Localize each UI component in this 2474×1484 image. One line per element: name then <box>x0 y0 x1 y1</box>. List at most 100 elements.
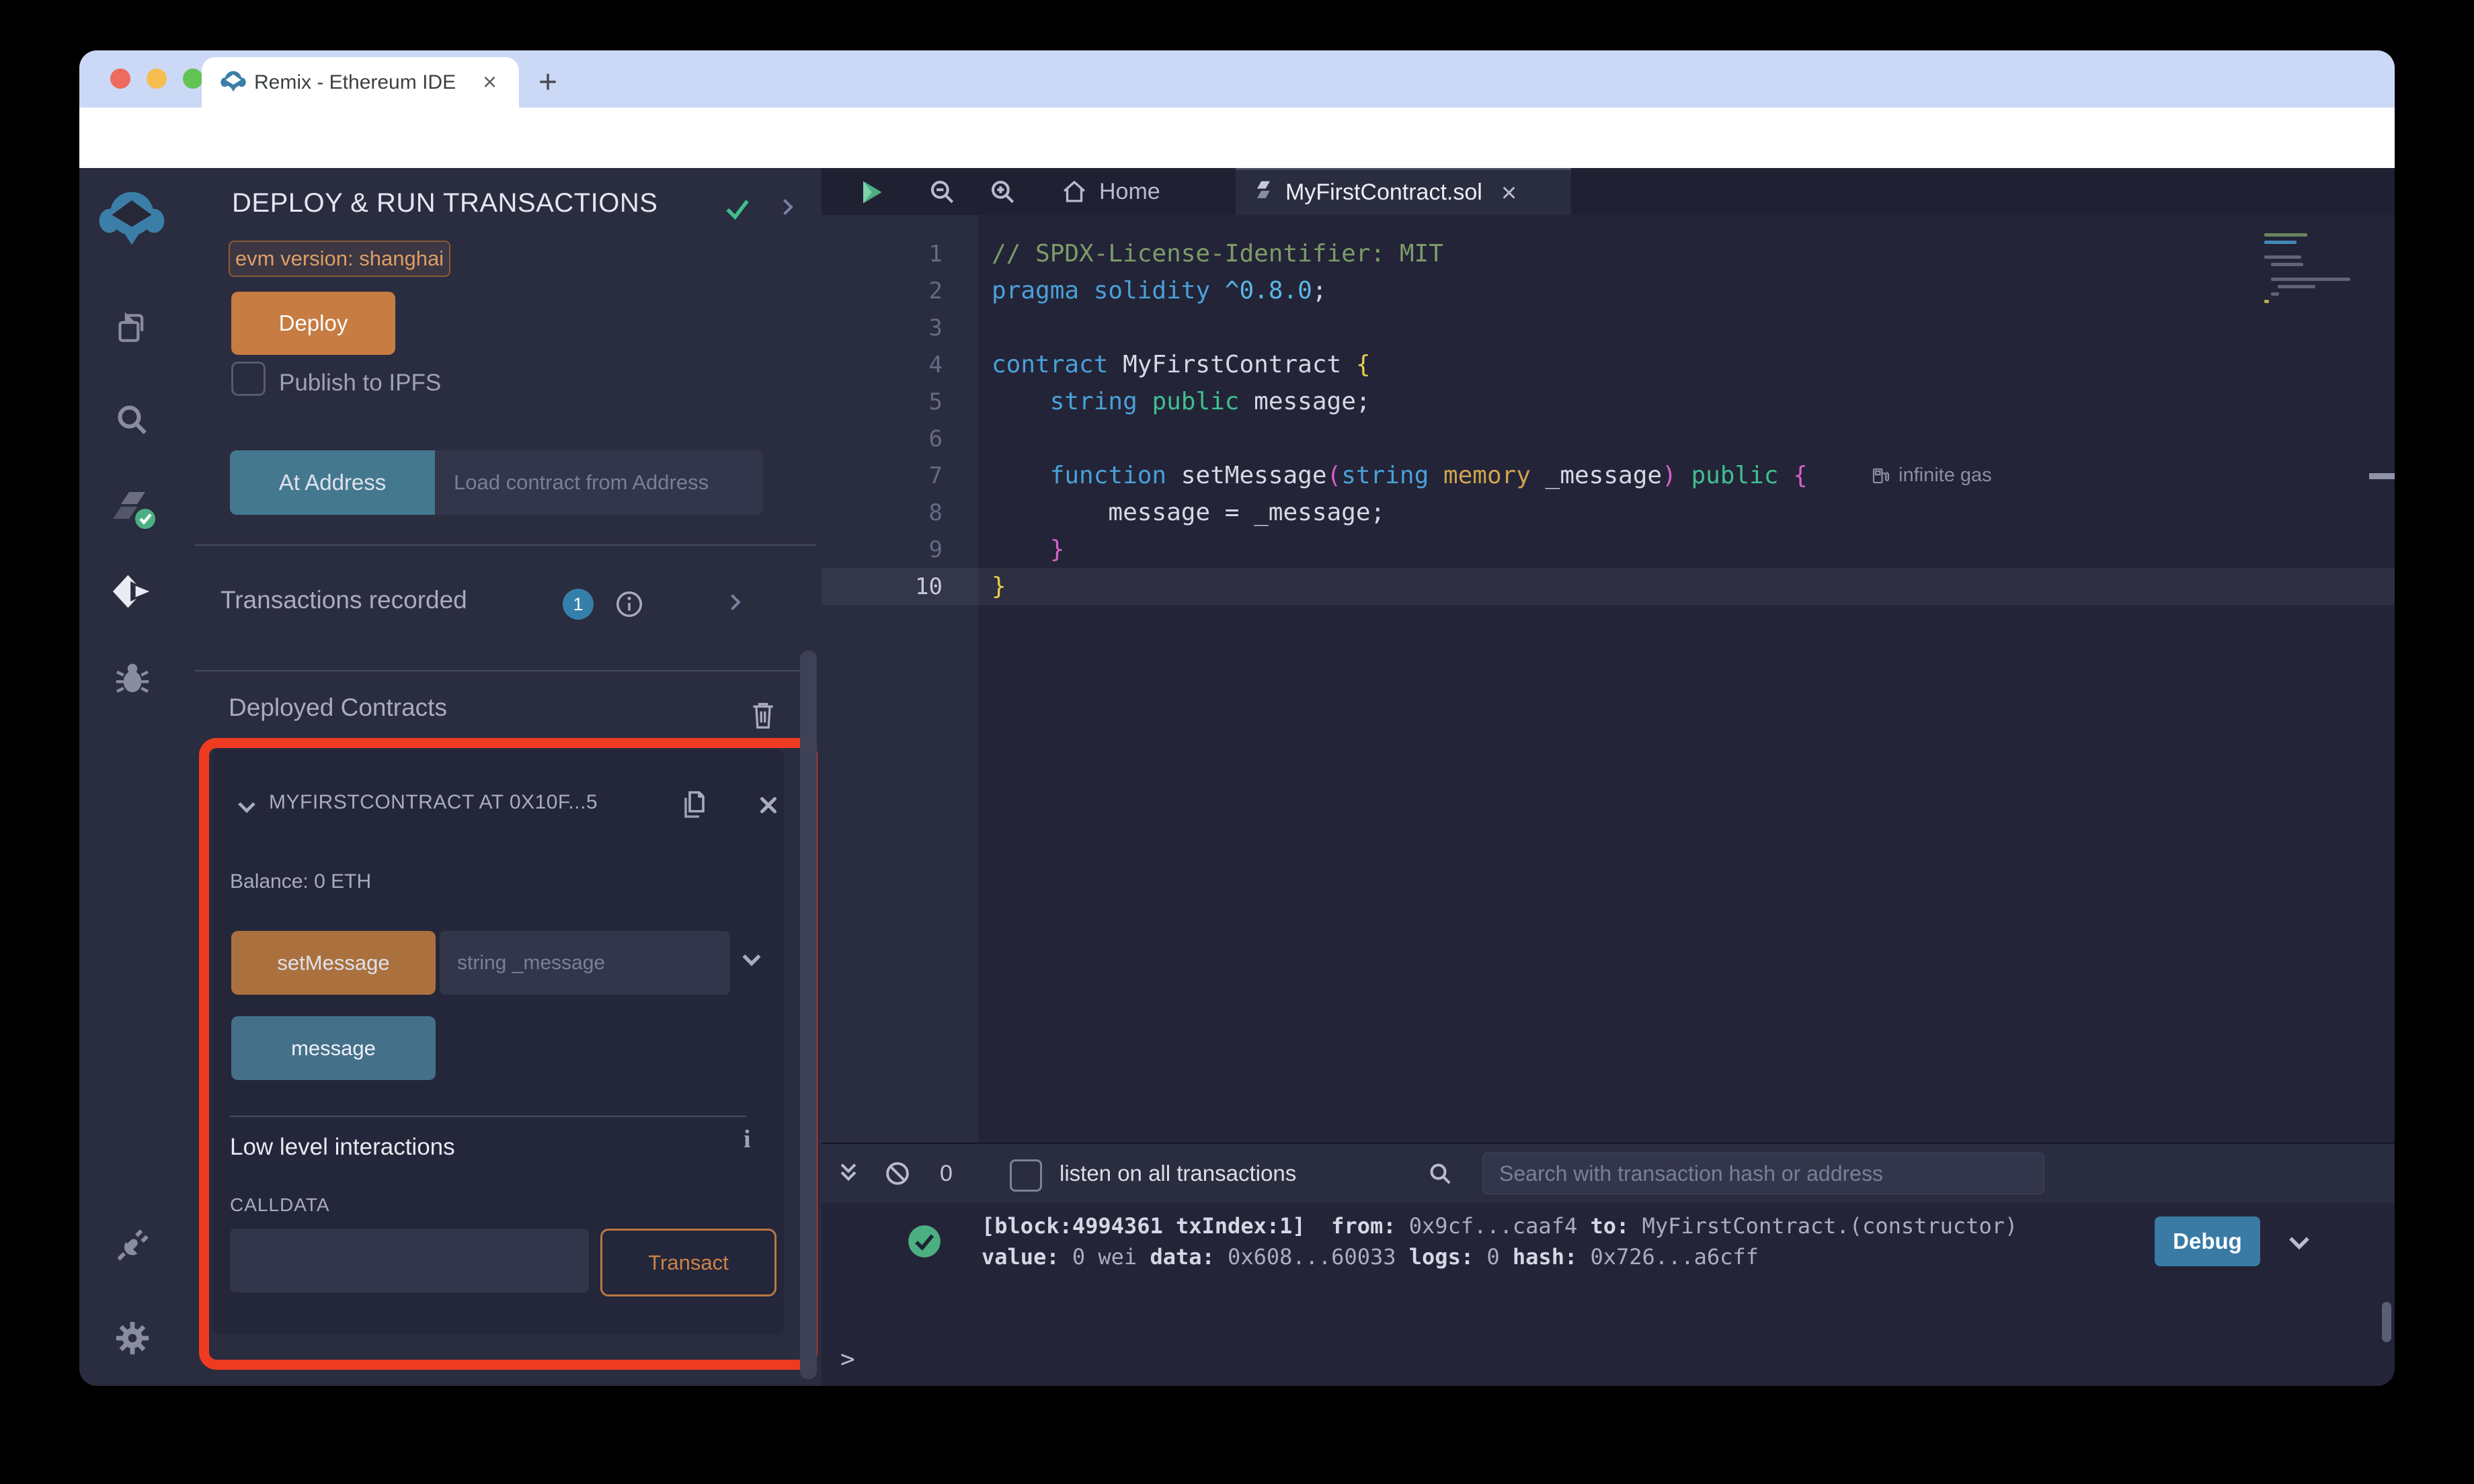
info-circle-icon[interactable] <box>614 589 645 620</box>
terminal-header: 0 listen on all transactions <box>822 1144 2395 1203</box>
deploy-run-panel: DEPLOY & RUN TRANSACTIONS evm version: s… <box>185 168 822 1386</box>
code-line[interactable]: 4 contract MyFirstContract { <box>822 346 2395 383</box>
tx-success-check-icon <box>907 1224 942 1259</box>
terminal-expand-icon[interactable] <box>835 1160 862 1187</box>
code-line[interactable]: 5 string public message; <box>822 383 2395 420</box>
settings-gear-icon[interactable] <box>113 1319 151 1356</box>
low-level-info-icon[interactable]: i <box>744 1124 751 1154</box>
plugin-manager-icon[interactable] <box>113 1226 151 1264</box>
code-line[interactable]: 1// SPDX-License-Identifier: MIT <box>822 235 2395 272</box>
minimap[interactable] <box>2264 232 2380 326</box>
file-explorer-icon[interactable] <box>113 309 151 347</box>
at-address-button[interactable]: At Address <box>230 450 435 515</box>
contract-collapse-chevron-icon[interactable] <box>234 794 260 819</box>
transaction-log[interactable]: [block:4994361 txIndex:1] from: 0x9cf...… <box>982 1210 2031 1272</box>
log-expand-chevron-icon[interactable] <box>2284 1227 2314 1257</box>
card-divider <box>230 1116 746 1117</box>
message-getter-button[interactable]: message <box>231 1016 436 1080</box>
code-area[interactable]: 1// SPDX-License-Identifier: MIT 2 pragma … <box>822 235 2395 605</box>
deploy-button[interactable]: Deploy <box>231 292 395 355</box>
terminal-search-icon <box>1427 1160 1453 1187</box>
log-line[interactable]: [block:4994361 txIndex:1] from: 0x9cf...… <box>982 1210 2031 1241</box>
zoom-out-icon[interactable] <box>928 177 957 207</box>
terminal-search-input[interactable] <box>1482 1153 2044 1194</box>
new-tab-button[interactable]: + <box>526 60 570 104</box>
listen-transactions-label: listen on all transactions <box>1060 1161 1297 1186</box>
code-line[interactable]: 6 <box>822 420 2395 457</box>
line-number: 6 <box>928 425 943 452</box>
evm-version-badge: evm version: shanghai <box>229 241 450 277</box>
transact-button[interactable]: Transact <box>600 1229 776 1296</box>
search-icon[interactable] <box>113 401 151 438</box>
expand-args-chevron-icon[interactable] <box>738 946 765 973</box>
section-divider <box>195 670 816 671</box>
calldata-label: CALLDATA <box>230 1194 330 1215</box>
calldata-input[interactable] <box>230 1229 589 1292</box>
tab-close-icon[interactable]: × <box>1501 179 1517 206</box>
panel-collapse-chevron-icon[interactable] <box>775 195 799 219</box>
terminal: 0 listen on all transactions Search with… <box>822 1143 2395 1386</box>
code-line[interactable]: 2 pragma solidity ^0.8.0; <box>822 272 2395 309</box>
line-number: 8 <box>928 499 943 526</box>
line-number: 7 <box>928 462 943 489</box>
maximize-window-button[interactable] <box>183 69 203 89</box>
code-line[interactable]: 10} <box>822 568 2395 605</box>
browser-window: Remix - Ethereum IDE × + ← → remix.ether… <box>79 50 2395 1386</box>
balance-label: Balance: 0 ETH <box>230 870 372 893</box>
section-divider <box>195 544 816 546</box>
gas-estimate-annotation: infinite gas <box>1870 457 1992 494</box>
main-area: Home MyFirstContract.sol × 1// SPDX-Lice… <box>822 168 2395 1386</box>
tab-close-icon[interactable]: × <box>483 69 497 95</box>
browser-tab[interactable]: Remix - Ethereum IDE × <box>202 57 519 108</box>
pending-tx-count: 0 <box>940 1160 953 1186</box>
line-number: 10 <box>915 573 943 600</box>
transactions-expand-chevron-icon[interactable] <box>723 590 747 614</box>
panel-scrollbar[interactable] <box>800 651 817 1379</box>
deploy-run-icon[interactable] <box>112 571 152 612</box>
publish-ipfs-checkbox[interactable] <box>231 362 266 396</box>
low-level-interactions-label: Low level interactions <box>230 1134 455 1160</box>
tab-home[interactable]: Home <box>1060 168 1160 215</box>
zoom-in-icon[interactable] <box>988 177 1018 207</box>
clear-console-icon[interactable] <box>883 1159 912 1188</box>
copy-address-icon[interactable] <box>678 787 710 822</box>
line-number: 4 <box>928 351 943 378</box>
code-line[interactable]: 9 } <box>822 531 2395 568</box>
code-line[interactable]: 3 <box>822 309 2395 346</box>
line-number: 3 <box>928 314 943 341</box>
remix-logo-icon[interactable] <box>94 190 169 247</box>
deployed-contract-card: MYFIRSTCONTRACT AT 0X10F...5 Balance: 0 … <box>212 749 784 1334</box>
deployed-contracts-label: Deployed Contracts <box>229 694 447 721</box>
close-window-button[interactable] <box>110 69 130 89</box>
set-message-button[interactable]: setMessage <box>231 931 436 995</box>
terminal-prompt[interactable]: > <box>840 1346 855 1373</box>
editor-scrollbar-thumb[interactable] <box>2369 473 2395 479</box>
browser-tabstrip: Remix - Ethereum IDE × + <box>79 50 2395 108</box>
tab-myfirstcontract[interactable]: MyFirstContract.sol × <box>1236 168 1571 215</box>
set-message-input[interactable] <box>440 931 730 995</box>
run-script-play-icon[interactable] <box>856 177 885 207</box>
log-line[interactable]: value: 0 wei data: 0x608...60033 logs: 0… <box>982 1241 2031 1272</box>
remix-favicon-icon <box>221 70 246 93</box>
terminal-scrollbar-thumb[interactable] <box>2382 1302 2391 1342</box>
browser-toolbar: ← → remix.ethereum.org/#lang=en&optimize… <box>79 108 2395 217</box>
line-number: 9 <box>928 536 943 563</box>
solidity-compiler-icon[interactable] <box>113 489 155 529</box>
at-address-input[interactable] <box>435 450 763 515</box>
gas-estimate-text: infinite gas <box>1899 464 1992 486</box>
debug-button[interactable]: Debug <box>2155 1217 2260 1266</box>
panel-title: DEPLOY & RUN TRANSACTIONS <box>232 188 658 218</box>
code-editor[interactable]: 1// SPDX-License-Identifier: MIT 2 pragma … <box>822 215 2395 1143</box>
minimize-window-button[interactable] <box>147 69 167 89</box>
tab-home-label: Home <box>1099 178 1160 204</box>
listen-transactions-checkbox[interactable] <box>1010 1159 1042 1192</box>
debugger-icon[interactable] <box>113 657 151 695</box>
remove-contract-icon[interactable] <box>756 792 781 818</box>
trash-icon[interactable] <box>748 699 778 731</box>
code-line[interactable]: 8 message = _message; <box>822 494 2395 531</box>
contract-title[interactable]: MYFIRSTCONTRACT AT 0X10F...5 <box>269 791 645 814</box>
tab-title: Remix - Ethereum IDE <box>254 71 456 93</box>
code-line[interactable]: 7 function setMessage(string memory _mes… <box>822 457 2395 494</box>
transactions-count-badge: 1 <box>563 589 594 620</box>
line-number: 5 <box>928 388 943 415</box>
